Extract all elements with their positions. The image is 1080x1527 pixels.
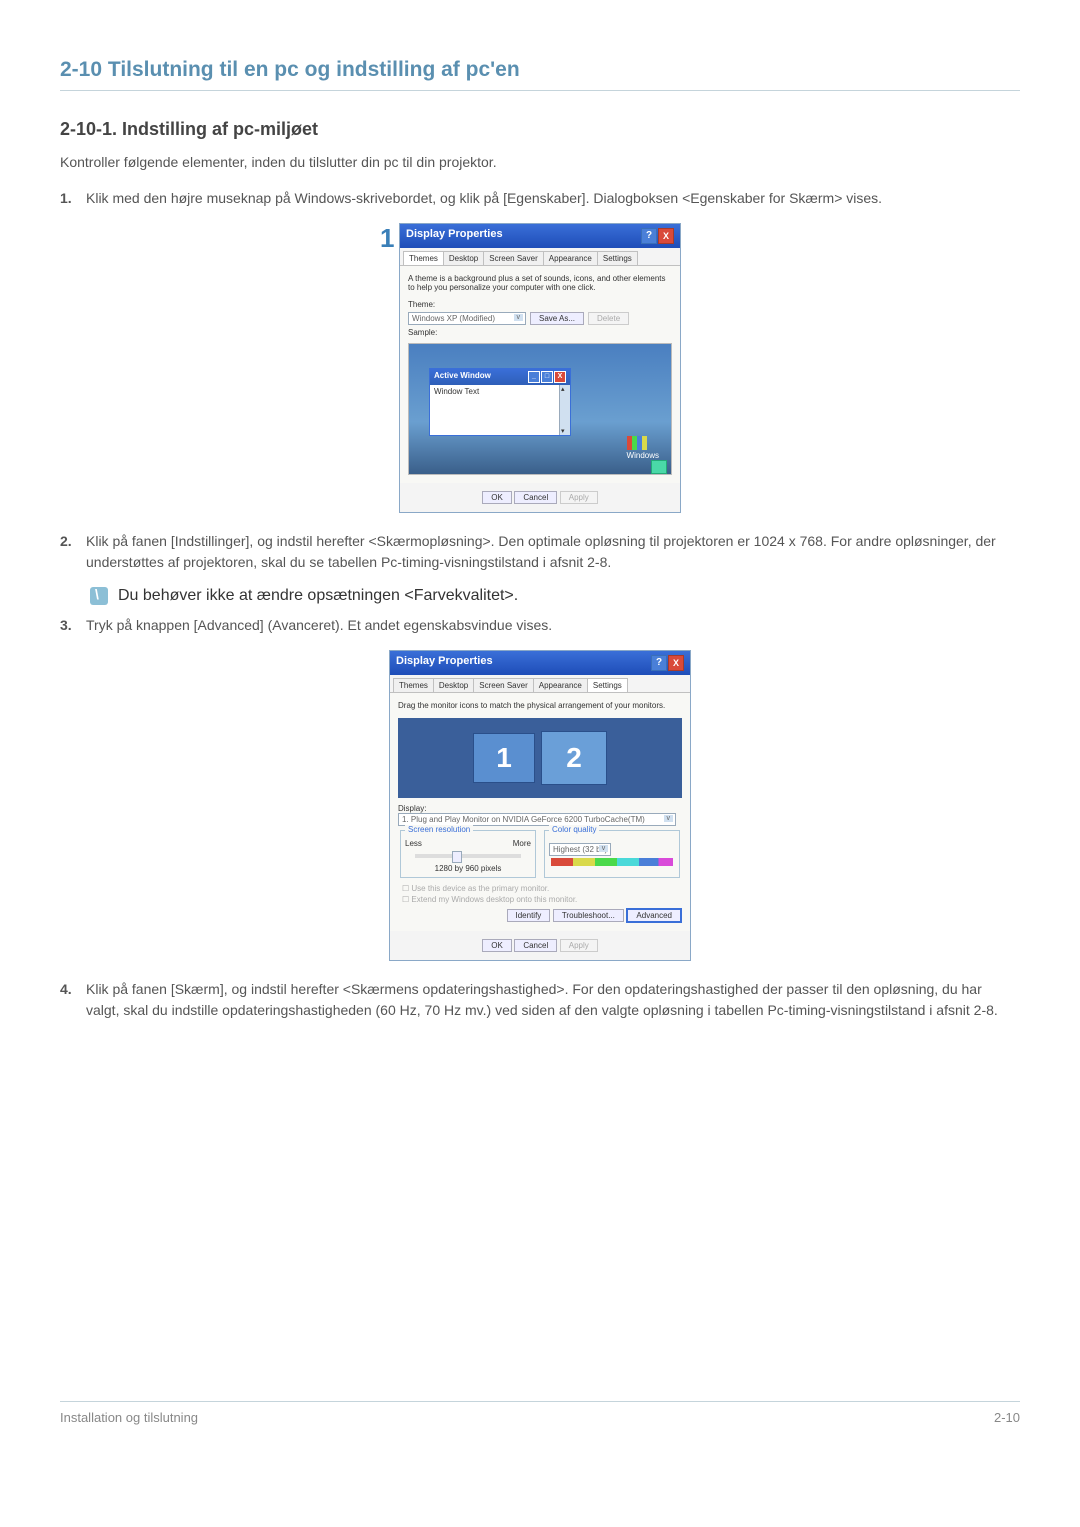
theme-desc: A theme is a background plus a set of so… xyxy=(408,274,672,292)
apply-button: Apply xyxy=(560,939,598,952)
display-properties-dialog-settings: Display Properties?X Themes Desktop Scre… xyxy=(389,650,691,961)
page-footer: Installation og tilslutning 2-10 xyxy=(60,1401,1020,1425)
group-label: Color quality xyxy=(549,825,599,834)
resolution-value: 1280 by 960 pixels xyxy=(405,864,531,873)
close-icon[interactable]: X xyxy=(658,228,674,244)
color-quality-select[interactable]: Highest (32 bit) xyxy=(549,843,611,856)
tab-screensaver[interactable]: Screen Saver xyxy=(483,251,543,265)
footer-right: 2-10 xyxy=(994,1410,1020,1425)
help-icon[interactable]: ? xyxy=(641,228,657,244)
scrollbar xyxy=(559,385,570,435)
window-text: Window Text xyxy=(434,387,479,396)
note-icon xyxy=(90,587,108,605)
figure-2: 2 3 Display Properties?X Themes Desktop … xyxy=(60,650,1020,961)
windows-logo: Windows xyxy=(627,436,659,460)
monitor-2[interactable]: 2 xyxy=(541,731,607,785)
step-num: 3. xyxy=(60,615,86,636)
callout-1: 1 xyxy=(380,223,394,254)
section-title: 2-10 Tilslutning til en pc og indstillin… xyxy=(60,58,1020,82)
divider xyxy=(60,90,1020,91)
cancel-button[interactable]: Cancel xyxy=(514,939,557,952)
ok-button[interactable]: OK xyxy=(482,939,512,952)
display-properties-dialog-themes: Display Properties?X Themes Desktop Scre… xyxy=(399,223,681,513)
monitor-1[interactable]: 1 xyxy=(473,733,535,783)
tabs-row: Themes Desktop Screen Saver Appearance S… xyxy=(400,248,680,266)
minimize-icon: _ xyxy=(528,371,540,383)
group-label: Screen resolution xyxy=(405,825,473,834)
primary-monitor-checkbox: ☐ Use this device as the primary monitor… xyxy=(402,884,678,893)
step-num: 1. xyxy=(60,188,86,209)
close-icon: X xyxy=(554,371,566,383)
ok-button[interactable]: OK xyxy=(482,491,512,504)
dialog-title: Display Properties xyxy=(396,655,493,671)
identify-button[interactable]: Identify xyxy=(507,909,551,922)
figure-1: 1 Display Properties?X Themes Desktop Sc… xyxy=(60,223,1020,513)
advanced-button[interactable]: Advanced xyxy=(626,908,682,923)
footer-left: Installation og tilslutning xyxy=(60,1410,198,1425)
tab-themes[interactable]: Themes xyxy=(403,251,444,265)
subsection-title: 2-10-1. Indstilling af pc-miljøet xyxy=(60,119,1020,140)
step-num: 4. xyxy=(60,979,86,1000)
recycle-bin-icon xyxy=(651,460,667,474)
save-as-button[interactable]: Save As... xyxy=(530,312,584,325)
theme-select[interactable]: Windows XP (Modified) xyxy=(408,312,526,325)
step-num: 2. xyxy=(60,531,86,552)
note-text: Du behøver ikke at ændre opsætningen <Fa… xyxy=(118,587,518,605)
sample-preview: Active Window _□X Window Text Windows xyxy=(408,343,672,475)
step-text: Tryk på knappen [Advanced] (Avanceret). … xyxy=(86,615,1016,636)
maximize-icon: □ xyxy=(541,371,553,383)
tab-settings[interactable]: Settings xyxy=(587,678,628,692)
tab-appearance[interactable]: Appearance xyxy=(533,678,588,692)
help-icon[interactable]: ? xyxy=(651,655,667,671)
settings-desc: Drag the monitor icons to match the phys… xyxy=(398,701,682,710)
tab-desktop[interactable]: Desktop xyxy=(433,678,474,692)
screen-resolution-group: Screen resolution LessMore 1280 by 960 p… xyxy=(400,830,536,878)
tab-settings[interactable]: Settings xyxy=(597,251,638,265)
more-label: More xyxy=(513,839,531,848)
resolution-slider[interactable] xyxy=(415,854,521,858)
tab-appearance[interactable]: Appearance xyxy=(543,251,598,265)
close-icon[interactable]: X xyxy=(668,655,684,671)
tab-desktop[interactable]: Desktop xyxy=(443,251,484,265)
step-text: Klik med den højre museknap på Windows-s… xyxy=(86,188,1016,209)
theme-label: Theme: xyxy=(408,300,672,309)
tab-themes[interactable]: Themes xyxy=(393,678,434,692)
color-quality-group: Color quality Highest (32 bit) xyxy=(544,830,680,878)
troubleshoot-button[interactable]: Troubleshoot... xyxy=(553,909,624,922)
intro-text: Kontroller følgende elementer, inden du … xyxy=(60,154,1020,170)
apply-button: Apply xyxy=(560,491,598,504)
extend-desktop-checkbox: ☐ Extend my Windows desktop onto this mo… xyxy=(402,895,678,904)
dialog-title: Display Properties xyxy=(406,228,503,244)
less-label: Less xyxy=(405,839,422,848)
tab-screensaver[interactable]: Screen Saver xyxy=(473,678,533,692)
color-bar xyxy=(551,858,673,866)
display-label: Display: xyxy=(398,804,682,813)
cancel-button[interactable]: Cancel xyxy=(514,491,557,504)
step-text: Klik på fanen [Skærm], og indstil hereft… xyxy=(86,979,1016,1021)
active-window-title: Active Window xyxy=(434,371,491,383)
step-text: Klik på fanen [Indstillinger], og indsti… xyxy=(86,531,1016,573)
sample-label: Sample: xyxy=(408,328,672,337)
delete-button: Delete xyxy=(588,312,629,325)
monitor-arrangement[interactable]: 1 2 xyxy=(398,718,682,798)
